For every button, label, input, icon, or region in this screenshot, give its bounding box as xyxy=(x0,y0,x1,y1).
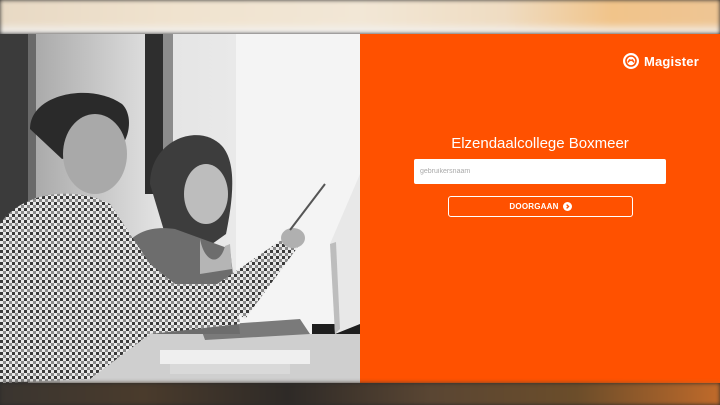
magister-logo-icon xyxy=(622,53,639,69)
blurred-top-backdrop xyxy=(0,0,720,34)
brand-name: Magister xyxy=(643,53,699,69)
username-input[interactable] xyxy=(414,159,666,184)
people-at-computer-photo xyxy=(0,34,360,383)
login-panel: Magister Elzendaalcollege Boxmeer DOORGA… xyxy=(360,34,720,383)
school-name: Elzendaalcollege Boxmeer xyxy=(451,135,629,152)
continue-button-label: DOORGAAN xyxy=(509,202,559,211)
login-screen: Magister Elzendaalcollege Boxmeer DOORGA… xyxy=(0,34,720,383)
continue-button[interactable]: DOORGAAN xyxy=(448,196,633,217)
blurred-bottom-backdrop xyxy=(0,383,720,405)
chevron-right-circle-icon xyxy=(562,202,572,211)
hero-photo xyxy=(0,34,360,383)
magister-logo: Magister xyxy=(622,53,699,69)
